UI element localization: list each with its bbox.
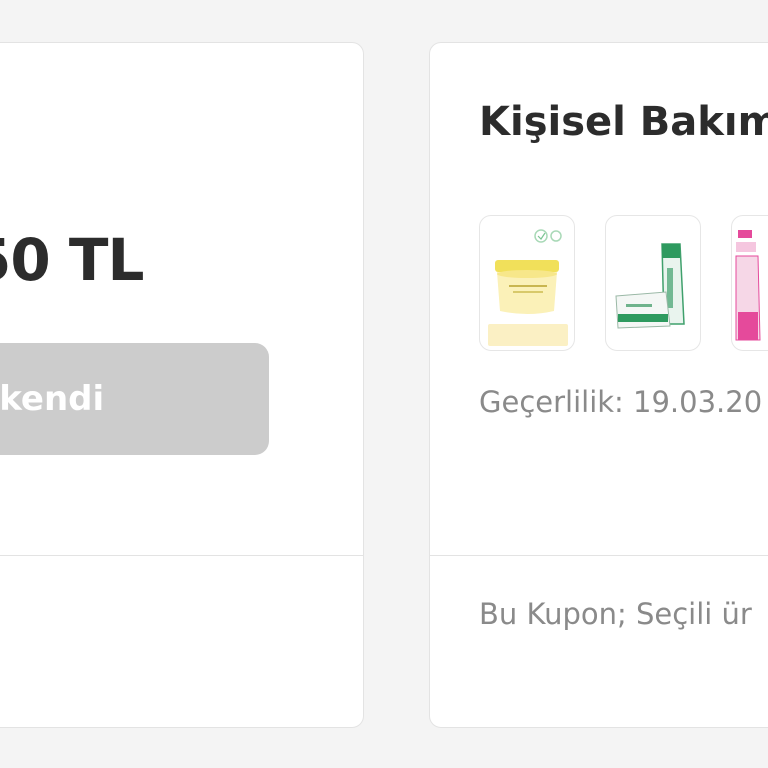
coupon-title: Kişisel Bakım <box>479 99 768 145</box>
product-thumbnail-toothpaste[interactable] <box>605 215 701 351</box>
sold-out-button[interactable]: ükendi <box>0 343 269 455</box>
card-divider <box>430 555 768 556</box>
coupon-validity: Geçerlilik: 19.03.20 <box>479 385 763 419</box>
coupon-viewport: 50 TL ükendi Kişisel Bakım <box>0 0 768 768</box>
product-thumbnail-pink-bottle[interactable] <box>731 215 768 351</box>
coupon-card-right[interactable]: Kişisel Bakım Geçerlilik: 19.03.20 Bu Ku… <box>429 42 768 728</box>
product-thumbnails <box>479 215 768 351</box>
coupon-card-left: 50 TL ükendi <box>0 42 364 728</box>
toothpaste-image <box>615 243 685 329</box>
product-thumbnail-cream-jar[interactable] <box>479 215 575 351</box>
card-divider <box>0 555 363 556</box>
coupon-info-text: Bu Kupon; Seçili ür <box>479 597 752 631</box>
coupon-price: 50 TL <box>0 226 144 294</box>
cream-jar-image <box>488 229 568 346</box>
pink-bottle-image <box>735 230 761 341</box>
